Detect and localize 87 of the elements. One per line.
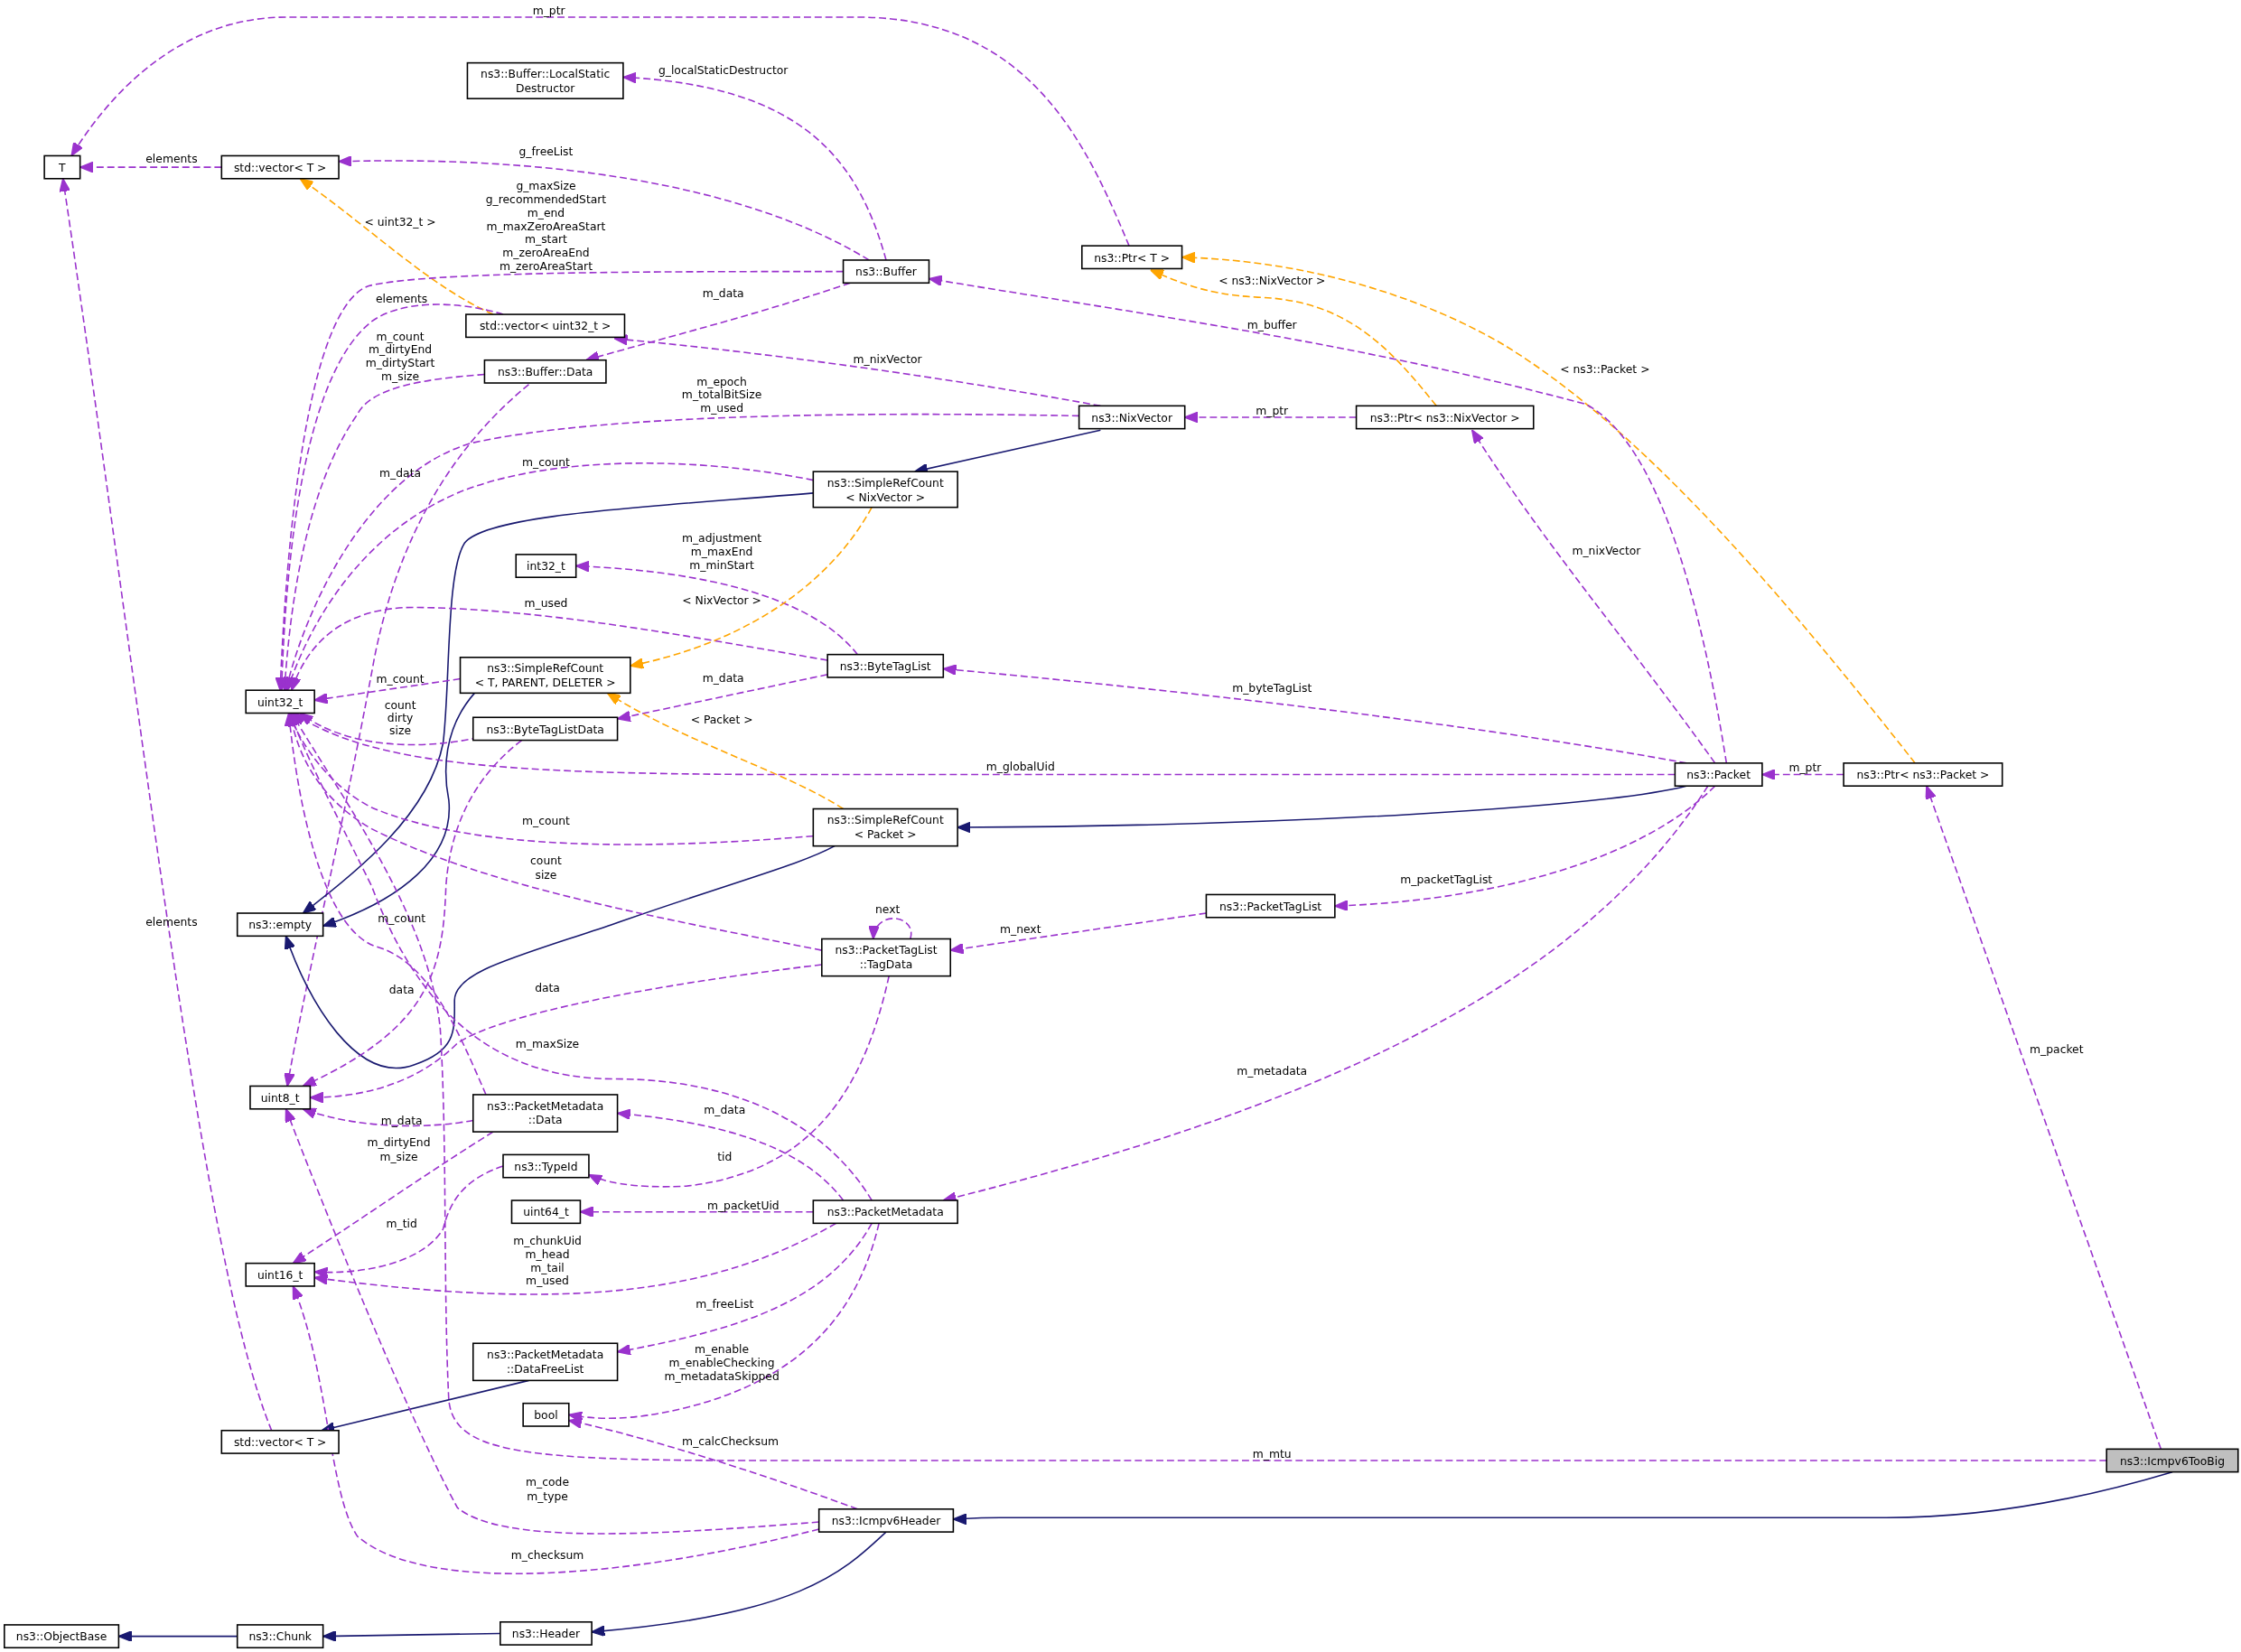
edge-label: m_packet [2030,1043,2084,1057]
edge-label: data [388,983,415,996]
edge-label: m_data [704,1103,746,1116]
class-node: ns3::Buffer [842,259,930,285]
class-node: std::vector< T > [220,1429,340,1454]
edge-label: < uint32_t > [364,216,436,229]
edge-label: m_ptr [1788,761,1822,775]
edge-label: m_data [379,467,422,481]
edge-label: m_enable m_enableChecking m_metadataSkipped [664,1343,780,1384]
edge-label: next [874,903,901,916]
edge-label: m_data [702,671,744,685]
class-node: int32_t [515,554,577,578]
edge-label: < ns3::Packet > [1560,362,1650,376]
edge-label: g_freeList [518,145,574,159]
edge-label: m_metadata [1237,1064,1308,1078]
class-node: ns3::ByteTagListData [472,716,619,742]
edge-label: data [535,982,560,995]
edge-label: m_next [1000,923,1041,937]
edge-label: m_byteTagList [1232,681,1312,695]
class-node: ns3::ObjectBase [4,1624,120,1649]
edge-label: m_checksum [510,1549,584,1563]
edge-label: < Packet > [690,713,753,726]
edge-label: m_freeList [696,1297,754,1311]
edge-label: m_tid [386,1218,417,1231]
class-node: ns3::SimpleRefCount < T, PARENT, DELETER > [459,657,631,695]
edge-label: m_code m_type [526,1476,569,1504]
class-node: uint16_t [245,1262,315,1287]
class-node: ns3::PacketMetadata ::DataFreeList [472,1342,619,1382]
edge-label: m_data [702,287,744,301]
edge-label: m_count [522,455,570,469]
edge-label: < ns3::NixVector > [1219,274,1326,287]
class-node: ns3::PacketMetadata ::Data [472,1094,619,1133]
edge-label: g_maxSize g_recommendedStart m_end m_maxZeroAreaStart m_start m_zeroAreaEnd m_zeroAreaStart [485,180,607,273]
class-node: uint8_t [249,1085,312,1110]
edge-label: m_ptr [1256,404,1289,417]
edge-label: m_mtu [1252,1447,1292,1461]
class-node: ns3::Ptr< ns3::Packet > [1843,762,2003,787]
edge-label: m_chunkUid m_head m_tail m_used [513,1235,582,1288]
class-node: ns3::empty [236,912,324,938]
class-node: ns3::SimpleRefCount < NixVector > [812,471,958,509]
class-node: ns3::SimpleRefCount < Packet > [812,807,958,847]
class-node: uint64_t [510,1199,582,1225]
edge-label: m_count [376,673,425,686]
class-node: ns3::PacketTagList ::TagData [821,938,951,977]
edge-label: m_data [380,1115,423,1128]
class-node: ns3::PacketMetadata [812,1199,958,1225]
edge-label: elements [145,916,198,929]
class-node: ns3::Packet [1674,762,1763,787]
class-node: ns3::Ptr< T > [1081,245,1183,270]
class-node: bool [522,1402,570,1427]
class-node: ns3::Chunk [236,1624,324,1649]
edge-label: m_calcChecksum [682,1434,779,1448]
edge-label: m_adjustment m_maxEnd m_minStart [681,531,762,572]
edge-label: m_used [524,597,568,611]
edge-label: m_dirtyEnd m_size [367,1135,431,1163]
edge-label: m_count [522,814,570,827]
edge-label: m_packetTagList [1400,873,1493,886]
edge-label: m_packetUid [706,1199,780,1212]
class-node: ns3::Buffer::LocalStatic Destructor [466,61,624,99]
class-node: ns3::Buffer::Data [483,359,607,384]
edge-label: m_count m_dirtyEnd m_dirtyStart m_size [365,330,435,383]
edge-label: < NixVector > [682,594,761,608]
class-node: std::vector< uint32_t > [465,313,626,339]
class-node: uint32_t [245,689,315,714]
class-node: T [43,154,81,180]
edge-label: count size [530,854,562,882]
class-node: ns3::Ptr< ns3::NixVector > [1355,405,1535,430]
edge-label: elements [376,293,428,306]
class-node: ns3::TypeId [502,1153,590,1179]
class-node: ns3::Icmpv6TooBig [2106,1448,2239,1473]
edge-label: g_localStaticDestructor [658,64,789,78]
class-node: std::vector< T > [220,154,340,180]
edge-label: m_ptr [532,4,565,17]
edge-label: elements [145,153,198,166]
edge-label: tid [717,1150,733,1163]
edge-label: count dirty size [384,698,416,738]
class-node: ns3::Header [500,1621,593,1646]
class-node: ns3::NixVector [1078,405,1186,430]
class-node: ns3::PacketTagList [1205,893,1336,919]
edge-label: m_nixVector [1572,544,1641,557]
class-node: ns3::Icmpv6Header [817,1508,955,1533]
edge-label: m_maxSize [515,1037,580,1050]
edge-label: m_globalUid [985,760,1055,773]
edge-label: m_nixVector [853,352,922,366]
edge-label: m_buffer [1247,318,1297,331]
class-node: ns3::ByteTagList [826,653,945,678]
edge-label: m_epoch m_totalBitSize m_used [681,376,762,415]
